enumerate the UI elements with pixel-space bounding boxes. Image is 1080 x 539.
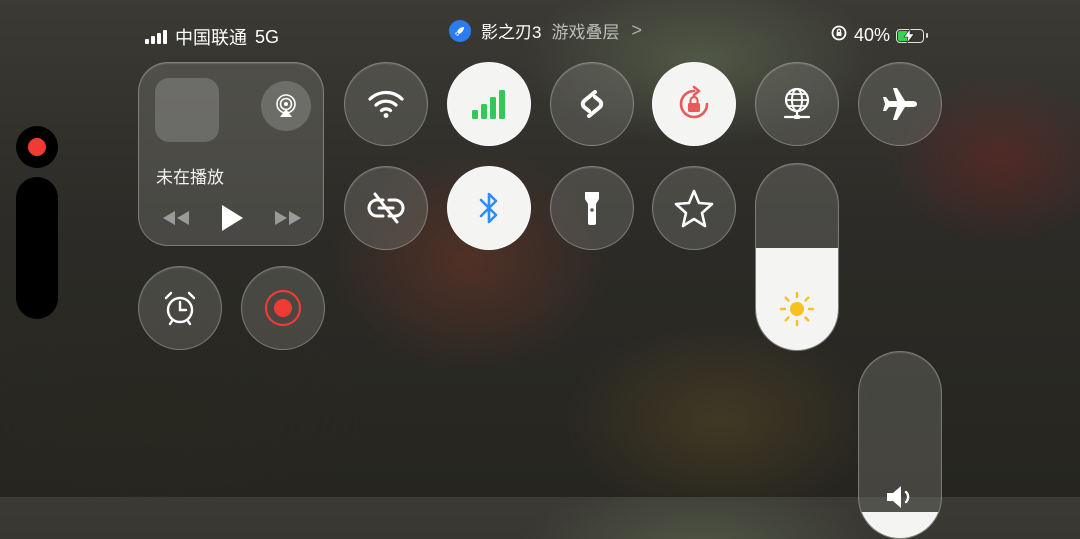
shazam-button[interactable] [550,62,634,146]
screen-record-icon [264,289,302,327]
airplay-audio-icon [276,94,296,117]
vpn-network-button[interactable] [755,62,839,146]
wifi-icon [368,91,404,118]
previous-track-button[interactable] [161,209,191,232]
rotation-lock-icon [679,85,709,119]
alarm-button[interactable] [138,266,222,350]
cellular-bars-icon [472,90,505,119]
fast-forward-icon [275,211,301,225]
play-button[interactable] [219,203,245,238]
overlay-label: 游戏叠层 [551,23,620,42]
screen-record-button[interactable] [241,266,325,350]
favorites-button[interactable] [652,166,736,250]
status-bar-right: 40% [830,24,929,47]
airplay-button[interactable] [261,81,311,131]
brightness-slider[interactable] [755,163,839,351]
bluetooth-toggle[interactable] [447,166,531,250]
wifi-toggle[interactable] [344,62,428,146]
globe-network-icon [783,87,811,119]
playback-controls [161,203,303,238]
link-off-icon [367,192,405,224]
speaker-icon [887,486,910,508]
orientation-lock-toggle[interactable] [652,62,736,146]
charging-bolt-icon [903,28,915,43]
volume-slider[interactable] [858,351,942,539]
airplane-icon [883,88,917,120]
volume-level-fill [859,511,941,538]
play-icon [222,205,243,231]
rewind-icon [163,211,189,225]
shazam-icon [580,90,604,118]
battery-icon [896,28,929,43]
alarm-clock-icon [164,291,196,326]
sun-icon [779,291,815,327]
recording-dot-icon [28,138,46,156]
network-type: 5G [255,26,280,47]
personal-hotspot-toggle[interactable] [344,166,428,250]
screen-recording-indicator[interactable] [16,126,58,168]
flashlight-toggle[interactable] [550,166,634,250]
flashlight-icon [585,192,599,225]
airplane-mode-toggle[interactable] [858,62,942,146]
orientation-lock-status-icon [830,24,848,47]
status-bar-left: 中国联通 5G [145,24,279,50]
next-track-button[interactable] [273,209,303,232]
side-handle[interactable] [16,177,58,319]
album-artwork [155,78,219,142]
battery-percent: 40% [854,25,891,45]
rocket-icon [449,19,471,42]
now-playing-tile[interactable]: 未在播放 [138,62,324,246]
chevron-right-icon: > [631,20,642,40]
cellular-signal-icon [145,30,167,44]
cellular-data-toggle[interactable] [447,62,531,146]
now-playing-status: 未在播放 [156,168,224,187]
overlay-app-name: 影之刃3 [481,23,542,42]
star-icon [674,189,714,228]
game-overlay-banner[interactable]: 影之刃3 游戏叠层 > [449,18,642,43]
carrier-name: 中国联通 [175,28,247,48]
bluetooth-icon [479,192,498,224]
